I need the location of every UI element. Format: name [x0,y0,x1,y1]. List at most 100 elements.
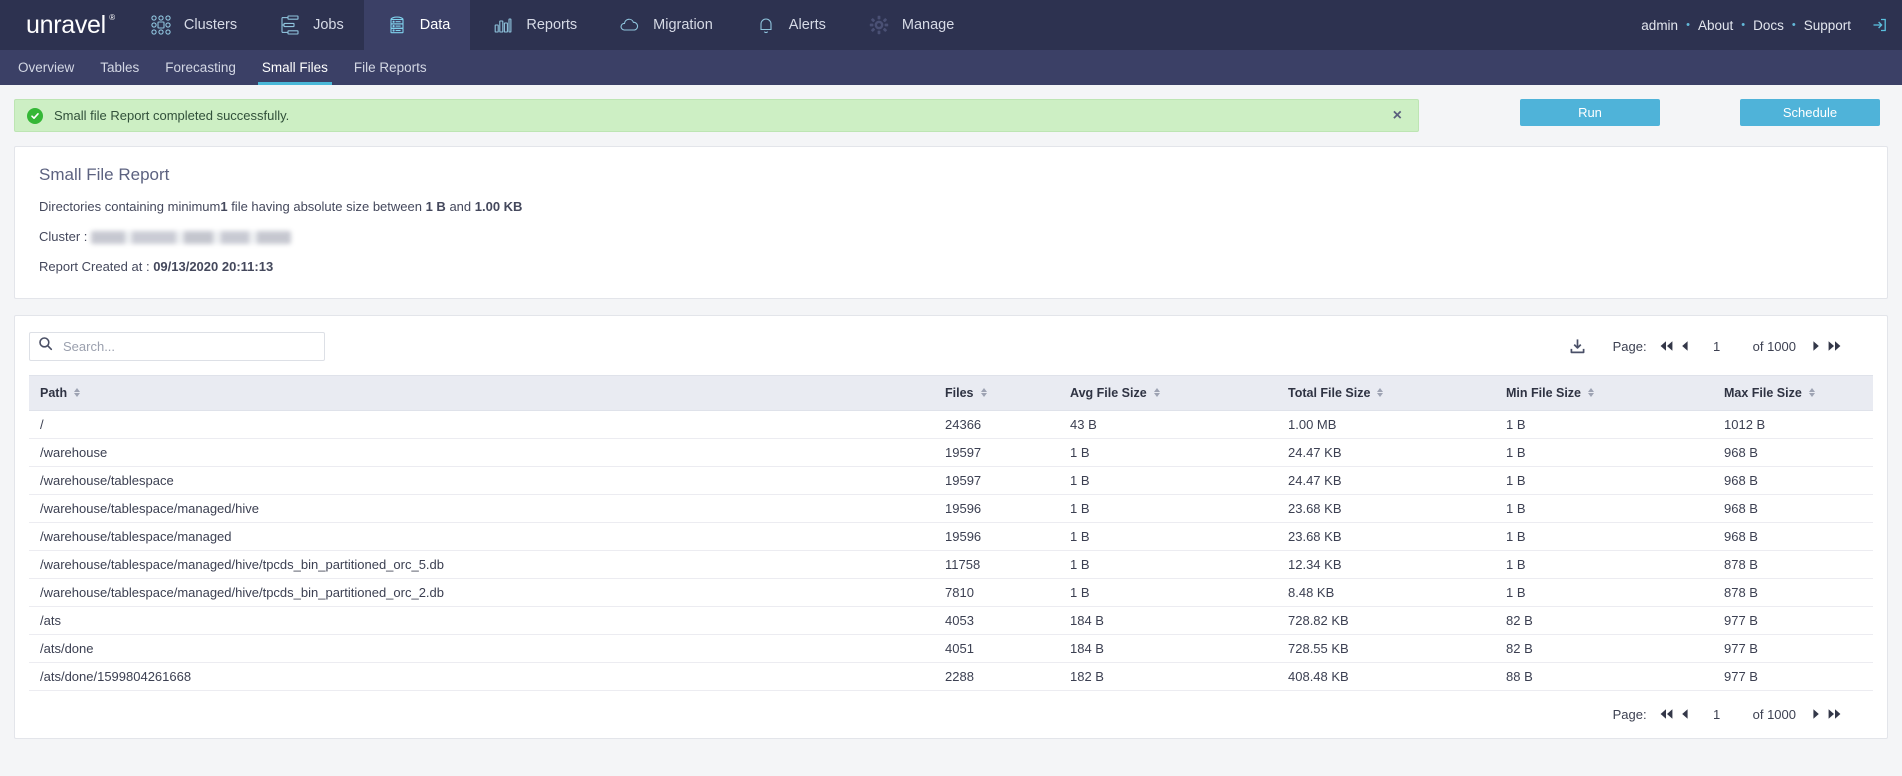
cell-files: 19596 [934,494,1059,523]
description-prefix: Directories containing minimum [39,199,221,214]
table-row[interactable]: /ats 4053 184 B 728.82 KB 82 B 977 B [29,606,1873,635]
last-page-icon[interactable] [1824,340,1845,352]
pagination-label: Page: [1612,338,1647,354]
nav-separator-1: • [1686,19,1690,31]
sort-icon-files[interactable] [980,388,987,398]
cell-files: 7810 [934,578,1059,607]
about-link[interactable]: About [1695,18,1736,33]
created-value: 09/13/2020 20:11:13 [153,258,274,274]
sort-icon-max-file-size[interactable] [1808,388,1815,398]
cell-min: 82 B [1495,606,1713,635]
nav-item-migration[interactable]: Migration [597,0,733,50]
cell-max: 878 B [1713,578,1873,607]
table-row[interactable]: /warehouse/tablespace/managed 19596 1 B 23.… [29,522,1873,551]
table-row[interactable]: /warehouse/tablespace 19597 1 B 24.47 KB 1 B… [29,466,1873,495]
table-row[interactable]: /warehouse/tablespace/managed/hive/tpcds… [29,578,1873,607]
sort-icon-avg-file-size[interactable] [1153,388,1160,398]
sort-icon-total-file-size[interactable] [1377,388,1384,398]
size-max-value: 1.00 KB [474,199,523,214]
unravel-logo[interactable]: unravel [0,0,128,50]
first-page-icon[interactable] [1656,340,1677,352]
next-page-icon[interactable] [1808,340,1824,352]
table-row[interactable]: /warehouse/tablespace/managed/hive 19596 1… [29,494,1873,523]
page-number-input[interactable]: 1 [1697,339,1737,354]
column-header-avg-file-size[interactable]: Avg File Size [1059,374,1277,411]
nav-item-jobs[interactable]: Jobs [257,0,364,50]
column-header-path[interactable]: Path [29,374,934,411]
cell-max: 977 B [1713,662,1873,691]
cell-path: /warehouse/tablespace/managed/hive/tpcds… [29,550,934,579]
column-header-max-file-size[interactable]: Max File Size [1713,374,1873,411]
cell-max: 968 B [1713,522,1873,551]
prev-page-icon[interactable] [1677,340,1693,352]
subnav-item-tables[interactable]: Tables [87,50,152,85]
clusters-icon [148,12,174,38]
cell-path: /ats/done/1599804261668 [29,662,934,691]
first-page-icon-bottom[interactable] [1656,708,1677,720]
page-number-input-bottom[interactable]: 1 [1697,707,1737,722]
nav-item-alerts[interactable]: Alerts [733,0,846,50]
sort-icon-min-file-size[interactable] [1588,388,1595,398]
min-files-value: 1 [220,199,228,214]
cluster-label: Cluster : [39,228,88,244]
nav-item-manage[interactable]: Manage [846,0,974,50]
subnav-item-forecasting[interactable]: Forecasting [152,50,249,85]
download-icon[interactable] [1568,337,1587,356]
column-label-total-file-size: Total File Size [1288,385,1371,400]
cell-path: /warehouse/tablespace/managed [29,522,934,551]
cell-path: /warehouse [29,438,934,467]
column-header-files[interactable]: Files [934,374,1059,411]
next-page-icon-bottom[interactable] [1808,708,1824,720]
schedule-button[interactable]: Schedule [1740,99,1880,126]
cell-avg: 184 B [1059,606,1277,635]
column-label-min-file-size: Min File Size [1506,385,1582,400]
description-mid: file having absolute size between [227,199,426,214]
docs-link[interactable]: Docs [1750,18,1787,33]
subnav-item-small-files[interactable]: Small Files [249,50,341,85]
nav-item-data[interactable]: Data [363,0,471,50]
run-button[interactable]: Run [1520,99,1660,126]
cell-total: 728.82 KB [1277,606,1495,635]
cell-total: 8.48 KB [1277,578,1495,607]
table-row[interactable]: /24366 43 B 1.00 MB 1 B 1012 B [29,410,1873,439]
subnav-label-file-reports: File Reports [353,60,427,75]
logo-text: unravel [26,11,115,40]
pagination-top: Page: 1 of 1000 [1613,339,1845,354]
alert-close-button[interactable]: × [1387,107,1408,124]
search-input[interactable] [61,337,316,355]
nav-label-data: Data [419,17,451,33]
prev-page-icon-bottom[interactable] [1677,708,1693,720]
user-menu-admin[interactable]: admin [1638,18,1681,33]
search-icon [38,336,53,356]
logout-icon[interactable] [1870,16,1888,34]
search-box[interactable] [29,331,325,361]
support-link[interactable]: Support [1801,18,1854,33]
table-row[interactable]: /warehouse 19597 1 B 24.47 KB 1 B 968 B [29,438,1873,467]
nav-label-clusters: Clusters [183,17,238,33]
nav-item-reports[interactable]: Reports [470,0,597,50]
table-body: /24366 43 B 1.00 MB 1 B 1012 B/warehouse 1959… [29,410,1873,691]
cell-min: 1 B [1495,578,1713,607]
subnav-item-overview[interactable]: Overview [5,50,87,85]
column-header-total-file-size[interactable]: Total File Size [1277,374,1495,411]
cell-min: 1 B [1495,550,1713,579]
check-circle-icon [27,107,43,124]
data-icon [384,12,410,38]
table-toolbar-right: Page: 1 of 1000 [1568,337,1873,356]
subnav-item-file-reports[interactable]: File Reports [341,50,440,85]
table-header-row: Path Files Avg File Size Total File Size [29,374,1873,411]
top-navigation-bar: unravel Clusters Jobs [0,0,1902,50]
column-header-min-file-size[interactable]: Min File Size [1495,374,1713,411]
table-row[interactable]: /ats/done 4051 184 B 728.55 KB 82 B 977 B [29,634,1873,663]
nav-item-clusters[interactable]: Clusters [128,0,257,50]
success-alert: Small file Report completed successfully… [14,99,1419,132]
cluster-row: Cluster : [39,229,1863,246]
cell-path: /ats [29,606,934,635]
table-row[interactable]: /ats/done/1599804261668 2288 182 B 408.48 K… [29,662,1873,691]
cell-min: 82 B [1495,634,1713,663]
table-footer-right: Page: 1 of 1000 [1613,707,1873,722]
alert-message: Small file Report completed successfully… [54,108,290,123]
last-page-icon-bottom[interactable] [1824,708,1845,720]
sort-icon-path[interactable] [74,388,81,398]
table-row[interactable]: /warehouse/tablespace/managed/hive/tpcds… [29,550,1873,579]
